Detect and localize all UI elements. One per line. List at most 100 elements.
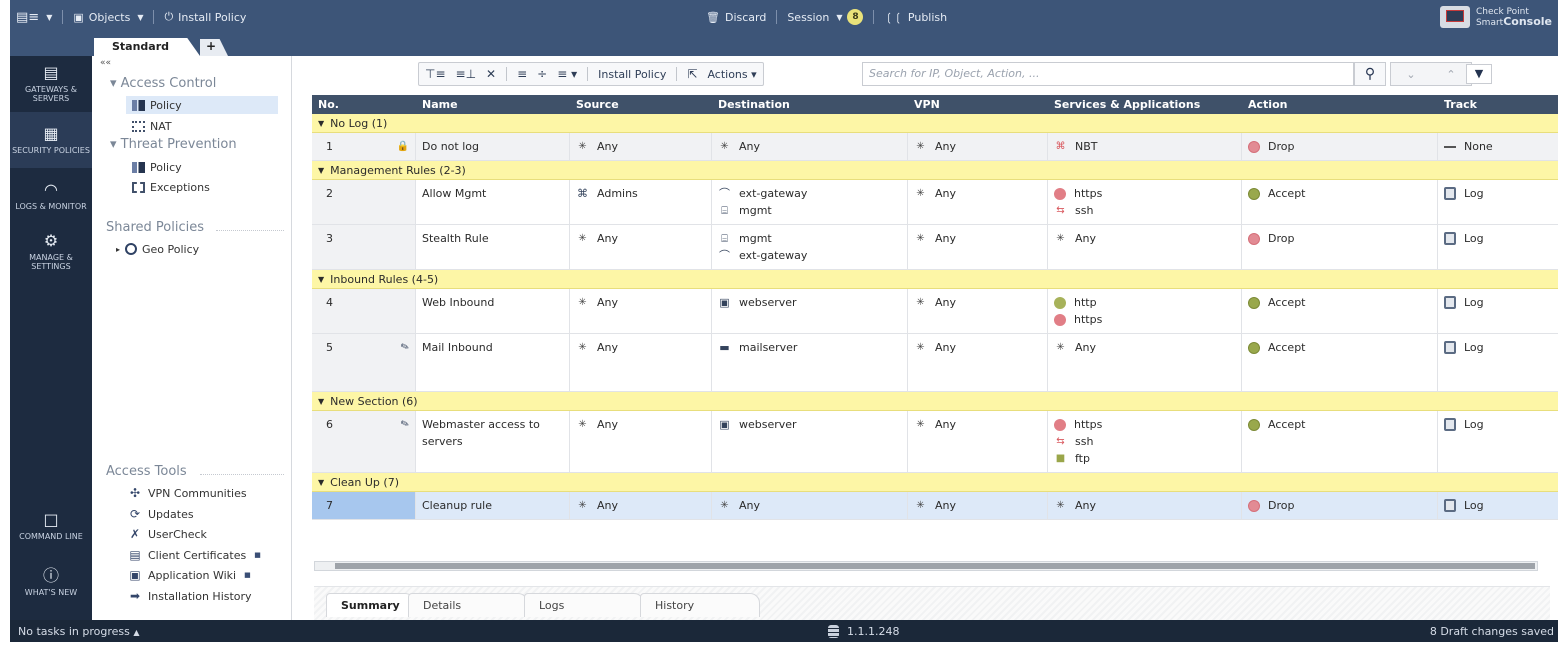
nav-logs-monitor[interactable]: ◠ LOGS & MONITOR (10, 168, 92, 224)
destination-cell[interactable]: ▣ webserver (712, 289, 908, 333)
section-header[interactable]: ▼ No Log (1) (312, 114, 1558, 133)
table-row[interactable]: 3 Stealth Rule ✳ Any ⌸ mgmt ⌒ ext-gateway ✳ Any ✳ A… (312, 225, 1558, 270)
section-header[interactable]: ▼ Clean Up (7) (312, 473, 1558, 492)
add-section-below-icon[interactable]: ÷ (537, 67, 547, 81)
track-cell[interactable]: Log (1438, 225, 1558, 269)
publish-button[interactable]: ❲❲ Publish (878, 11, 953, 24)
rule-name-cell[interactable]: Mail Inbound (416, 334, 570, 391)
filter-icon[interactable]: ▼ (1466, 64, 1492, 84)
add-rule-above-icon[interactable]: ⊤≡ (425, 67, 446, 81)
tree-item-geo-policy[interactable]: ▸ Geo Policy (110, 240, 205, 258)
destination-cell[interactable]: ▣ webserver (712, 411, 908, 472)
source-cell[interactable]: ✳ Any (570, 225, 712, 269)
collapse-panel-button[interactable]: «« (100, 58, 111, 68)
destination-cell[interactable]: ▬ mailserver (712, 334, 908, 391)
table-row[interactable]: 4 Web Inbound ✳ Any ▣ webserver ✳ Any http https A… (312, 289, 1558, 334)
table-row[interactable]: 7 Cleanup rule ✳ Any ✳ Any ✳ Any ✳ Any Drop Log (312, 492, 1558, 520)
column-header-vpn[interactable]: VPN (908, 95, 1048, 114)
destination-cell[interactable]: ⌸ mgmt ⌒ ext-gateway (712, 225, 908, 269)
section-header[interactable]: ▼ New Section (6) (312, 392, 1558, 411)
delete-rule-icon[interactable]: ✕ (486, 67, 496, 81)
action-cell[interactable]: Accept (1242, 289, 1438, 333)
rule-name-cell[interactable]: Web Inbound (416, 289, 570, 333)
track-cell[interactable]: None (1438, 133, 1558, 160)
rule-name-cell[interactable]: Stealth Rule (416, 225, 570, 269)
track-cell[interactable]: Log (1438, 334, 1558, 391)
tool-installation-history[interactable]: ➡ Installation History (128, 589, 252, 603)
vpn-cell[interactable]: ✳ Any (908, 225, 1048, 269)
toolbar-install-policy-button[interactable]: Install Policy (598, 68, 666, 81)
tab-logs[interactable]: Logs (524, 593, 644, 617)
services-cell[interactable]: ✳ Any (1048, 225, 1242, 269)
session-menu[interactable]: Session ▼ 8 (781, 9, 869, 25)
column-header-track[interactable]: Track (1438, 95, 1558, 114)
install-policy-button[interactable]: ⏻ Install Policy (158, 10, 252, 24)
column-header-name[interactable]: Name (416, 95, 570, 114)
action-cell[interactable]: Drop (1242, 225, 1438, 269)
tool-updates[interactable]: ⟳ Updates (128, 507, 194, 521)
source-cell[interactable]: ✳ Any (570, 289, 712, 333)
column-header-destination[interactable]: Destination (712, 95, 908, 114)
section-header[interactable]: ▼ Management Rules (2-3) (312, 161, 1558, 180)
tree-item-nat[interactable]: NAT (126, 117, 178, 135)
action-cell[interactable]: Accept (1242, 411, 1438, 472)
main-menu-button[interactable]: ▤≡ ▼ (10, 10, 58, 25)
collapse-triangle-icon[interactable]: ▼ (318, 275, 324, 284)
destination-cell[interactable]: ✳ Any (712, 492, 908, 519)
tree-threat-prevention[interactable]: ▾ Threat Prevention (110, 137, 237, 152)
source-cell[interactable]: ✳ Any (570, 133, 712, 160)
action-cell[interactable]: Drop (1242, 133, 1438, 160)
destination-cell[interactable]: ⌒ ext-gateway ⌸ mgmt (712, 180, 908, 224)
collapse-triangle-icon[interactable]: ▼ (318, 397, 324, 406)
nav-gateways-servers[interactable]: ▤ GATEWAYS & SERVERS (10, 56, 92, 112)
services-cell[interactable]: ✳ Any (1048, 334, 1242, 391)
track-cell[interactable]: Log (1438, 180, 1558, 224)
tree-access-control[interactable]: ▾ Access Control (110, 76, 216, 91)
vpn-cell[interactable]: ✳ Any (908, 334, 1048, 391)
tree-item-tp-policy[interactable]: Policy (126, 158, 188, 176)
section-menu-icon[interactable]: ≡ ▾ (557, 67, 577, 81)
rule-name-cell[interactable]: Allow Mgmt (416, 180, 570, 224)
vpn-cell[interactable]: ✳ Any (908, 180, 1048, 224)
tree-item-exceptions[interactable]: Exceptions (126, 178, 216, 196)
action-cell[interactable]: Accept (1242, 180, 1438, 224)
table-row[interactable]: 5 ✎ Mail Inbound ✳ Any ▬ mailserver ✳ Any ✳ Any Acc… (312, 334, 1558, 392)
horizontal-scrollbar[interactable] (314, 561, 1538, 571)
vpn-cell[interactable]: ✳ Any (908, 411, 1048, 472)
action-cell[interactable]: Drop (1242, 492, 1438, 519)
scrollbar-thumb[interactable] (335, 563, 1535, 569)
track-cell[interactable]: Log (1438, 411, 1558, 472)
services-cell[interactable]: ✳ Any (1048, 492, 1242, 519)
table-row[interactable]: 6 ✎ Webmaster access to servers ✳ Any ▣ webser… (312, 411, 1558, 473)
objects-menu[interactable]: ▣ Objects ▼ (67, 11, 149, 24)
source-cell[interactable]: ⌘ Admins (570, 180, 712, 224)
collapse-triangle-icon[interactable]: ▼ (318, 478, 324, 487)
discard-button[interactable]: 🗑 Discard (700, 11, 772, 24)
action-cell[interactable]: Accept (1242, 334, 1438, 391)
tab-standard[interactable]: Standard (94, 38, 200, 56)
column-header-services[interactable]: Services & Applications (1048, 95, 1242, 114)
tool-client-certificates[interactable]: ▤ Client Certificates ■ (128, 548, 261, 562)
nav-command-line[interactable]: □ COMMAND LINE (10, 498, 92, 554)
column-header-no[interactable]: No. (312, 95, 416, 114)
services-cell[interactable]: https ⇆ ssh (1048, 180, 1242, 224)
column-header-source[interactable]: Source (570, 95, 712, 114)
source-cell[interactable]: ✳ Any (570, 492, 712, 519)
collapse-triangle-icon[interactable]: ▼ (318, 119, 324, 128)
tab-history[interactable]: History (640, 593, 760, 617)
add-section-above-icon[interactable]: ≡ (517, 67, 527, 81)
services-cell[interactable]: https ⇆ ssh ■ ftp (1048, 411, 1242, 472)
add-tab-button[interactable]: + (200, 39, 228, 56)
tasks-status[interactable]: No tasks in progress ▲ (18, 625, 140, 638)
add-rule-below-icon[interactable]: ≡⊥ (456, 67, 477, 81)
search-icon[interactable]: ⚲ (1354, 62, 1386, 86)
source-cell[interactable]: ✳ Any (570, 334, 712, 391)
vpn-cell[interactable]: ✳ Any (908, 133, 1048, 160)
tab-summary[interactable]: Summary (326, 593, 415, 617)
nav-manage-settings[interactable]: ⚙ MANAGE & SETTINGS (10, 224, 92, 280)
nav-security-policies[interactable]: ▦ SECURITY POLICIES (10, 112, 92, 168)
tool-application-wiki[interactable]: ▣ Application Wiki ■ (128, 568, 250, 582)
actions-menu-button[interactable]: Actions ▾ (707, 68, 756, 81)
table-row[interactable]: 1 🔒 Do not log ✳ Any ✳ Any ✳ Any ⌘ NBT Drop None (312, 133, 1558, 161)
rulebase-search-input[interactable]: Search for IP, Object, Action, ... (862, 62, 1354, 86)
